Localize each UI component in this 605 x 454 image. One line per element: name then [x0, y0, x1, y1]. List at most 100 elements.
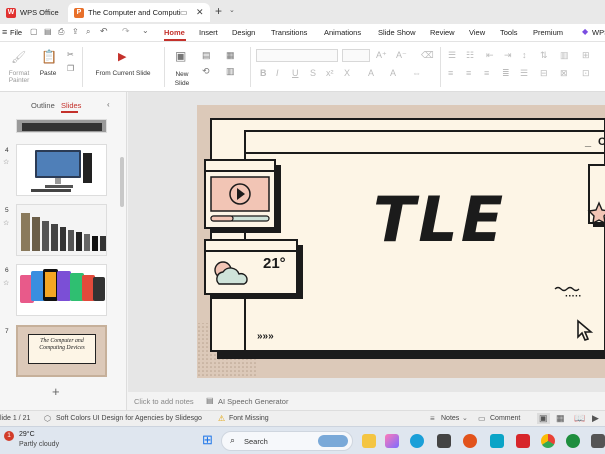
panel-scrollbar[interactable]	[120, 157, 124, 207]
arrange-icon[interactable]: ▥	[226, 66, 235, 77]
tab-slides[interactable]: Slides	[61, 101, 81, 110]
strikethrough-icon[interactable]: S	[310, 68, 316, 78]
normal-view-icon[interactable]: ▣	[537, 413, 550, 424]
star-icon[interactable]: ☆	[3, 158, 9, 166]
layout-icon[interactable]: ▤	[202, 50, 211, 61]
tab-document[interactable]: P The Computer and Computi ▭ ✕	[68, 3, 210, 22]
collapse-panel-icon[interactable]: ‹	[107, 100, 110, 109]
menu-view[interactable]: View	[469, 28, 485, 37]
menu-premium[interactable]: Premium	[533, 28, 563, 37]
wps-taskbar-icon[interactable]	[516, 434, 530, 448]
copy-icon[interactable]: ❐	[67, 64, 74, 73]
paste-button[interactable]: Paste	[37, 70, 59, 77]
columns-icon[interactable]: ▥	[560, 50, 569, 61]
menu-review[interactable]: Review	[430, 28, 455, 37]
windows-start-icon[interactable]: ⊞	[202, 432, 213, 448]
menu-insert[interactable]: Insert	[199, 28, 218, 37]
bold-icon[interactable]: B	[260, 68, 267, 78]
reading-view-icon[interactable]: 📖	[574, 413, 585, 424]
new-tab-button[interactable]: +	[215, 4, 222, 18]
weather-temperature[interactable]: 29°C	[19, 431, 35, 438]
underline-icon[interactable]: U	[292, 68, 299, 78]
taskbar-search-box[interactable]: ⌕ Search	[221, 431, 353, 451]
font-size-select[interactable]	[342, 49, 370, 62]
play-slideshow-icon[interactable]: ▶	[592, 413, 599, 424]
slide-thumbnail-6[interactable]	[16, 264, 107, 316]
align-center-icon[interactable]: ≡	[466, 68, 471, 78]
smart-art-icon[interactable]: ⊠	[560, 68, 568, 79]
weather-description[interactable]: Partly cloudy	[19, 441, 59, 448]
convert-icon[interactable]: ⊞	[582, 50, 590, 61]
preview-icon[interactable]: ⌕	[86, 27, 90, 37]
increase-indent-icon[interactable]: ⇥	[504, 50, 512, 61]
slide-canvas[interactable]: »»» ····· _ C 21° TLE	[197, 105, 605, 378]
menu-tools[interactable]: Tools	[500, 28, 518, 37]
store-icon[interactable]	[437, 434, 451, 448]
redo-icon[interactable]: ↷	[122, 26, 130, 37]
format-painter-button[interactable]: Format Painter	[2, 70, 36, 84]
theme-name[interactable]: Soft Colors UI Design for Agencies by Sl…	[56, 415, 202, 422]
app-icon-partial[interactable]	[591, 434, 605, 448]
slide-title[interactable]: TLE	[373, 189, 506, 251]
section-icon[interactable]: ▦	[226, 50, 235, 61]
slide-thumbnail-7[interactable]: The Computer and Computing Devices	[16, 325, 107, 377]
chrome-icon[interactable]	[541, 434, 555, 448]
more-icon[interactable]: ⌄	[142, 26, 149, 35]
firefox-icon[interactable]	[463, 434, 477, 448]
menu-transitions[interactable]: Transitions	[271, 28, 307, 37]
file-explorer-icon[interactable]	[362, 434, 376, 448]
text-align-icon[interactable]: ⊟	[540, 68, 548, 79]
cut-icon[interactable]: ✂	[67, 50, 74, 59]
app-icon[interactable]	[566, 434, 580, 448]
font-family-select[interactable]	[256, 49, 338, 62]
text-box-icon[interactable]: ⊡	[582, 68, 590, 79]
font-missing-button[interactable]: Font Missing	[229, 415, 269, 422]
increase-font-icon[interactable]: A⁺	[376, 50, 387, 61]
italic-icon[interactable]: I	[276, 68, 279, 78]
undo-icon[interactable]: ↶	[100, 26, 108, 37]
menu-home[interactable]: Home	[164, 28, 185, 37]
copilot-icon[interactable]	[385, 434, 399, 448]
slide-thumbnail-5[interactable]	[16, 204, 107, 256]
justify-icon[interactable]: ≣	[502, 68, 510, 79]
export-icon[interactable]: ⇪	[72, 27, 79, 36]
menu-file[interactable]: File	[10, 28, 22, 37]
char-spacing-icon[interactable]: ⇔	[412, 68, 421, 78]
slide-thumbnail-3[interactable]	[16, 119, 107, 133]
line-spacing-icon[interactable]: ↕	[522, 50, 527, 60]
new-slide-button[interactable]: New Slide	[168, 70, 196, 88]
comment-toggle[interactable]: Comment	[490, 415, 520, 422]
numbering-icon[interactable]: ☷	[466, 50, 474, 61]
folder-icon[interactable]: ▤	[44, 27, 52, 36]
from-current-slide-button[interactable]: From Current Slide	[86, 70, 160, 77]
decrease-indent-icon[interactable]: ⇤	[486, 50, 494, 61]
hamburger-icon[interactable]: ≡	[2, 27, 7, 37]
ai-speech-generator-button[interactable]: AI Speech Generator	[218, 397, 288, 406]
distributed-icon[interactable]: ☰	[520, 68, 528, 79]
chevron-down-icon[interactable]: ⌄	[229, 6, 235, 14]
notes-placeholder[interactable]: Click to add notes	[134, 397, 194, 406]
align-right-icon[interactable]: ≡	[484, 68, 489, 78]
highlight-icon[interactable]: A	[390, 68, 396, 78]
tab-wps-office[interactable]: W WPS Office	[0, 3, 64, 22]
menu-slide-show[interactable]: Slide Show	[378, 28, 416, 37]
edge-icon[interactable]	[410, 434, 424, 448]
text-effect-icon[interactable]: X	[344, 68, 350, 78]
close-tab-icon[interactable]: ✕	[196, 7, 204, 18]
clear-format-icon[interactable]: ⌫	[421, 50, 434, 61]
menu-animations[interactable]: Animations	[324, 28, 361, 37]
monitor-icon[interactable]: ▭	[180, 8, 188, 17]
menu-wps-ai[interactable]: WPS	[592, 28, 605, 37]
sorter-view-icon[interactable]: ▦	[556, 413, 565, 424]
bullets-icon[interactable]: ☰	[448, 50, 456, 61]
star-icon[interactable]: ☆	[3, 219, 9, 227]
star-icon[interactable]: ☆	[3, 279, 9, 287]
text-direction-icon[interactable]: ⇅	[540, 50, 548, 61]
calculator-icon[interactable]	[490, 434, 504, 448]
align-left-icon[interactable]: ≡	[448, 68, 453, 78]
font-color-icon[interactable]: A	[368, 68, 374, 78]
superscript-icon[interactable]: x²	[326, 68, 334, 78]
reset-icon[interactable]: ⟲	[202, 66, 210, 77]
notes-toggle[interactable]: Notes	[441, 415, 459, 422]
chevron-down-icon[interactable]: ⌄	[462, 414, 468, 422]
